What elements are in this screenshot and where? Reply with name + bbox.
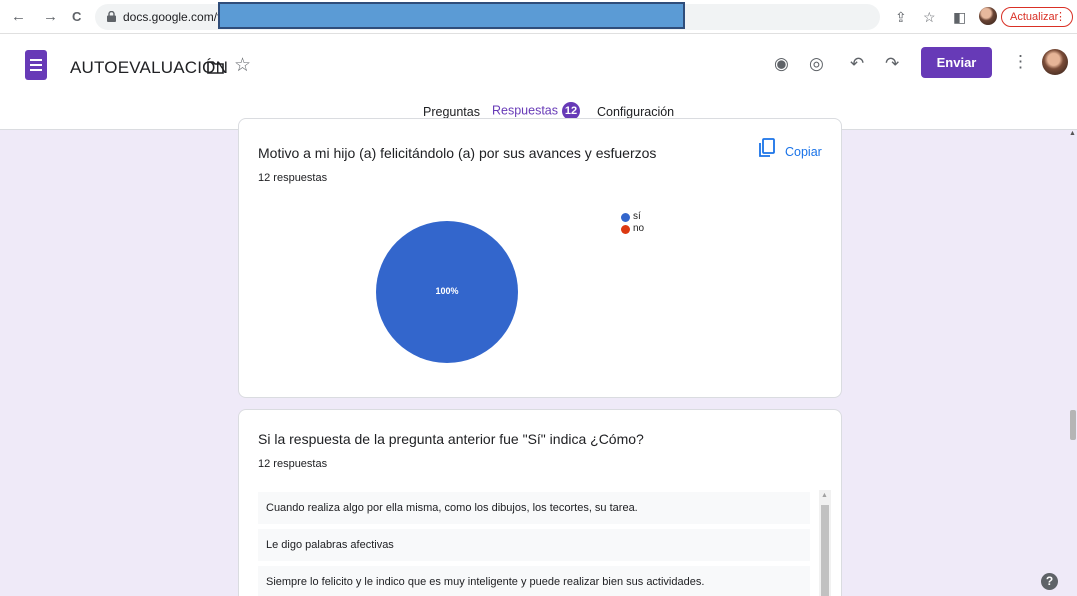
list-item: Le digo palabras afectivas — [258, 529, 810, 561]
browser-toolbar: ← → C docs.google.com/fo ⇪ ☆ ◧ Actualiza… — [0, 0, 1077, 34]
question-summary-card: Motivo a mi hijo (a) felicitándolo (a) p… — [238, 118, 842, 398]
legend-label: sí — [633, 211, 641, 222]
url-text: docs.google.com/fo — [123, 10, 228, 24]
redo-icon[interactable]: ↷ — [885, 54, 899, 74]
lock-icon — [107, 11, 116, 22]
tab-settings[interactable]: Configuración — [597, 105, 674, 119]
scroll-up-icon[interactable]: ▲ — [821, 492, 828, 499]
update-button[interactable]: Actualizar ⋮ — [1001, 7, 1073, 27]
share-icon[interactable]: ⇪ — [895, 9, 907, 25]
forms-logo-icon[interactable] — [25, 50, 47, 80]
profile-avatar[interactable] — [979, 7, 997, 25]
side-panel-icon[interactable]: ◧ — [953, 9, 966, 25]
list-item: Siempre lo felicito y le indico que es m… — [258, 566, 810, 596]
page-scrollbar-thumb[interactable] — [1070, 410, 1076, 440]
send-button[interactable]: Enviar — [921, 47, 992, 78]
response-count: 12 respuestas — [258, 458, 328, 470]
bookmark-star-icon[interactable]: ☆ — [923, 9, 936, 25]
reload-icon[interactable]: C — [72, 8, 81, 26]
answers-scrollbar[interactable]: ▲ — [819, 490, 831, 596]
legend-item: sí — [621, 211, 644, 223]
scrollbar-thumb[interactable] — [821, 505, 829, 596]
forward-icon[interactable]: → — [43, 8, 58, 26]
legend-swatch — [621, 225, 630, 234]
copy-label: Copiar — [785, 145, 822, 159]
answer-list: Cuando realiza algo por ella misma, como… — [258, 492, 810, 596]
list-item: Cuando realiza algo por ella misma, como… — [258, 492, 810, 524]
tab-responses-label: Respuestas — [492, 103, 559, 118]
preview-eye-icon[interactable]: ◎ — [809, 54, 824, 74]
question-text-card: Si la respuesta de la pregunta anterior … — [238, 409, 842, 596]
help-icon[interactable]: ? — [1041, 573, 1058, 590]
pie-chart: 100% — [376, 221, 518, 363]
avatar[interactable] — [1042, 49, 1068, 75]
question-title: Si la respuesta de la pregunta anterior … — [258, 431, 644, 447]
question-title: Motivo a mi hijo (a) felicitándolo (a) p… — [258, 145, 657, 161]
pie-slice-label: 100% — [435, 286, 459, 296]
palette-icon[interactable]: ◉ — [774, 54, 789, 74]
chart-legend: sí no — [621, 211, 644, 235]
response-count: 12 respuestas — [258, 172, 328, 184]
page-scrollbar[interactable]: ▲ — [1069, 130, 1077, 596]
update-label: Actualizar — [1010, 11, 1059, 23]
legend-swatch — [621, 213, 630, 222]
forms-header: AUTOEVALUACIÓN ☆ ◉ ◎ ↶ ↷ Enviar ⋮ Pregun… — [0, 34, 1077, 130]
star-icon[interactable]: ☆ — [234, 54, 251, 77]
scroll-up-icon[interactable]: ▲ — [1069, 130, 1076, 137]
undo-icon[interactable]: ↶ — [850, 54, 864, 74]
chrome-menu-icon: ⋮ — [1055, 11, 1066, 23]
more-options-icon[interactable]: ⋮ — [1012, 52, 1029, 72]
legend-label: no — [633, 223, 645, 234]
copy-icon — [759, 138, 775, 157]
tab-questions[interactable]: Preguntas — [423, 105, 480, 119]
back-icon[interactable]: ← — [11, 8, 26, 26]
document-title[interactable]: AUTOEVALUACIÓN — [70, 58, 228, 78]
folder-icon[interactable] — [207, 60, 224, 74]
legend-item: no — [621, 223, 644, 235]
redaction-overlay — [218, 2, 685, 29]
